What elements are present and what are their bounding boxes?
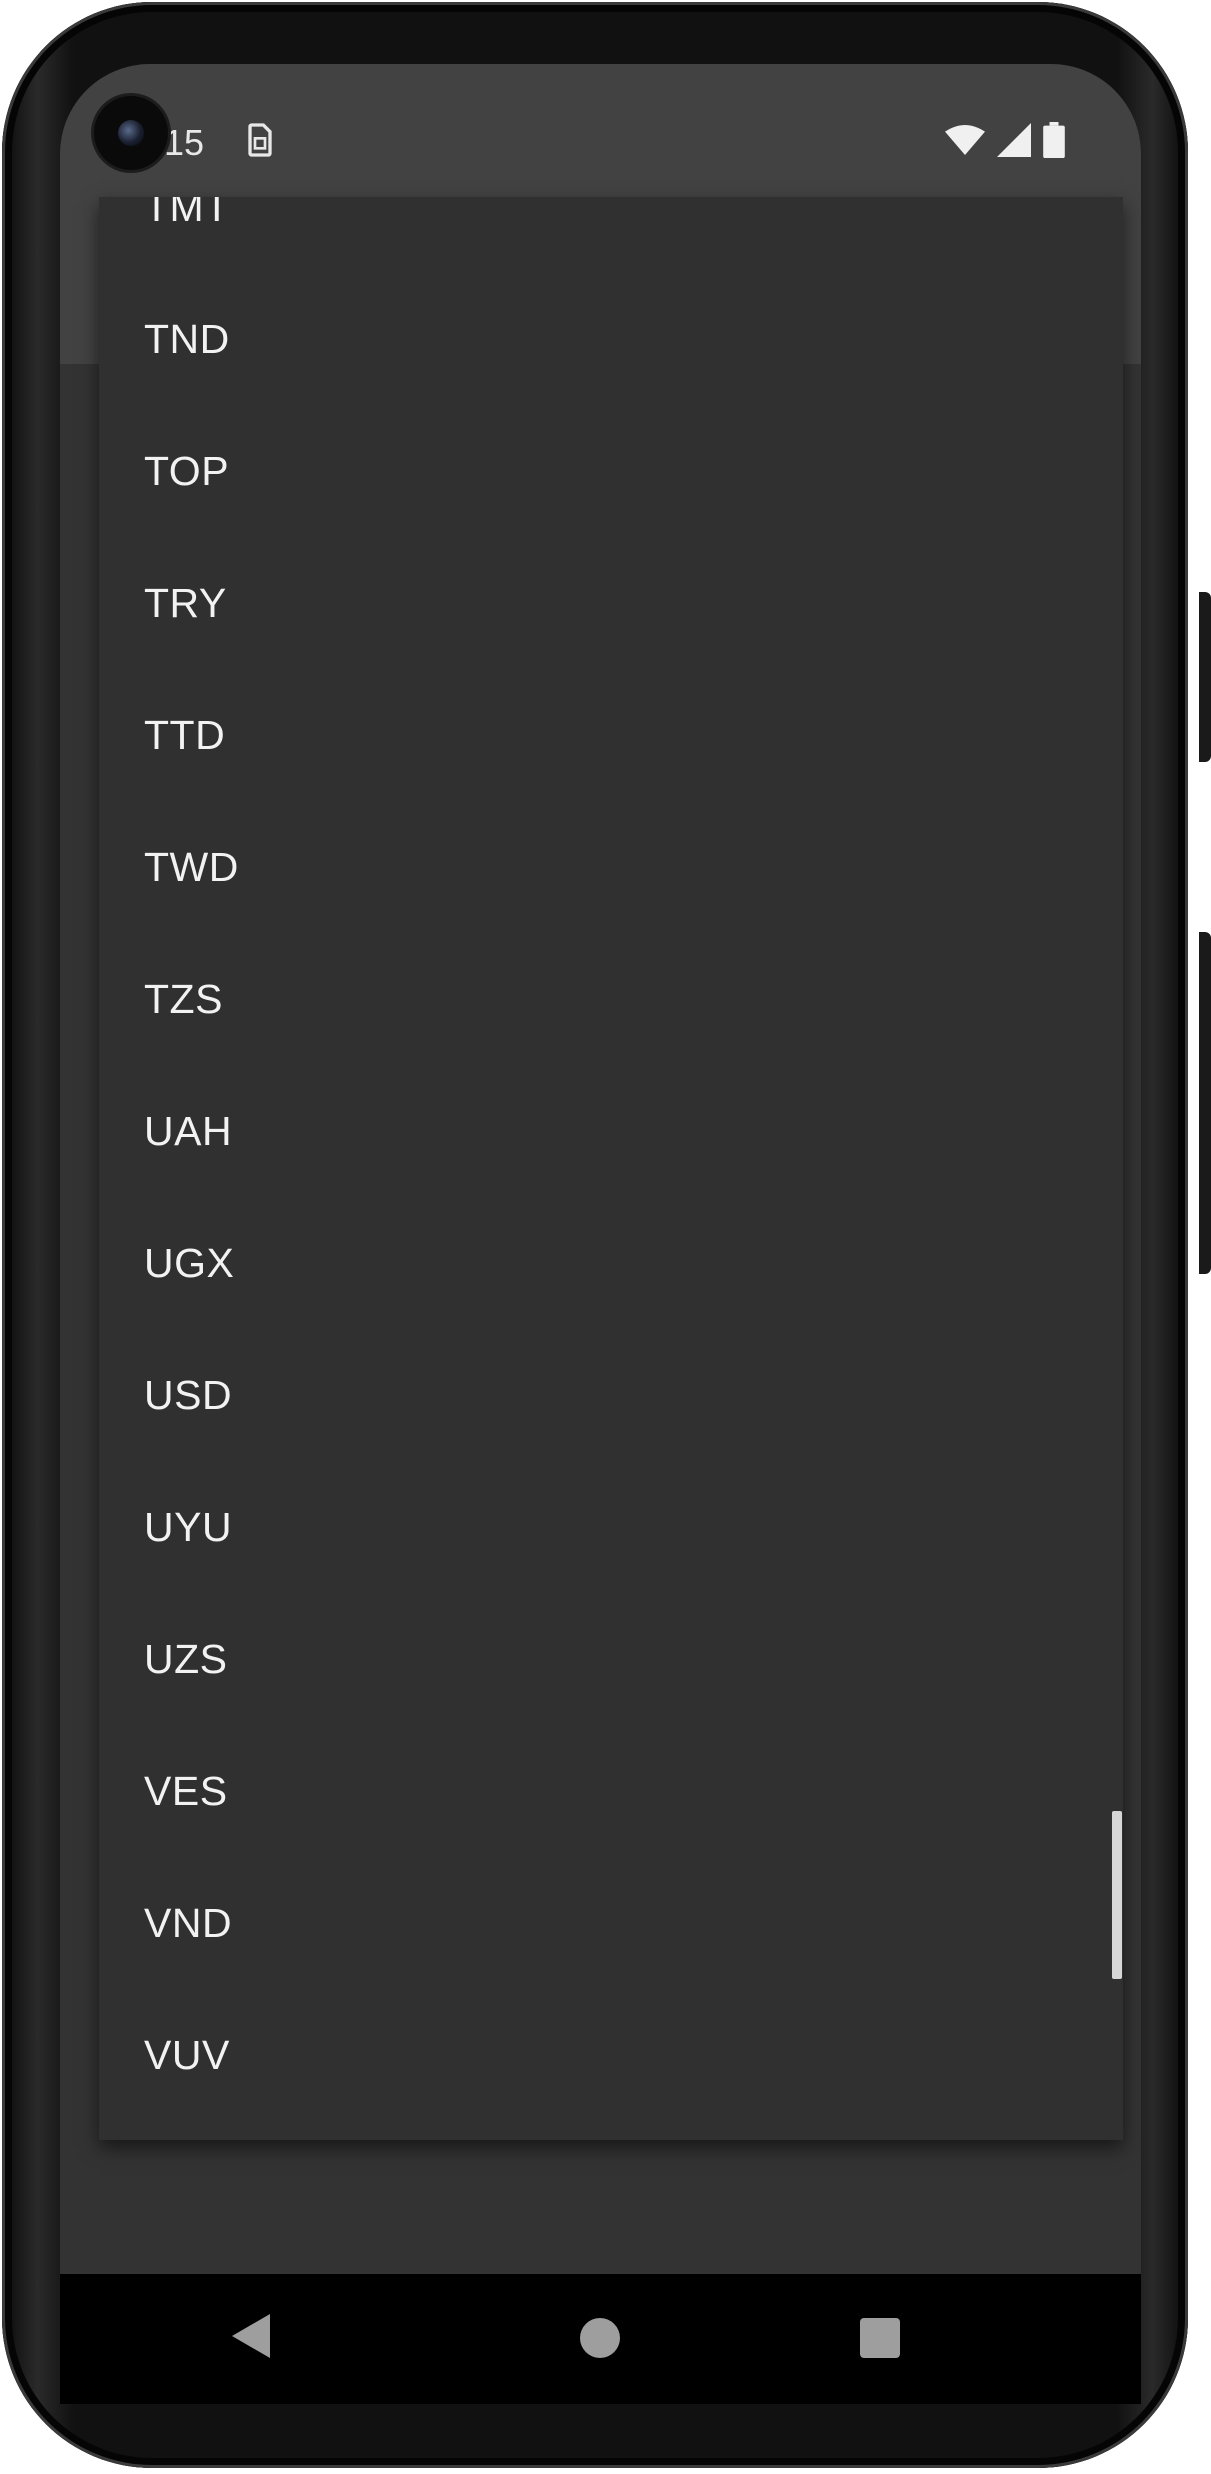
- dropdown-item-uzs[interactable]: UZS: [99, 1593, 1123, 1725]
- dropdown-item-label: UZS: [144, 1635, 228, 1682]
- dropdown-item-tnd[interactable]: TND: [99, 273, 1123, 405]
- dropdown-item-label: TMT: [144, 197, 230, 230]
- dropdown-item-tzs[interactable]: TZS: [99, 933, 1123, 1065]
- dropdown-item-label: TZS: [144, 975, 223, 1022]
- dropdown-scrollbar[interactable]: [1112, 1811, 1122, 1979]
- power-button: [1199, 592, 1211, 762]
- dropdown-item-vnd[interactable]: VND: [99, 1857, 1123, 1989]
- dropdown-item-label: TRY: [144, 579, 227, 626]
- battery-icon: [1043, 122, 1065, 158]
- dropdown-item-label: VUV: [144, 2031, 230, 2078]
- dropdown-item-label: TTD: [144, 711, 226, 758]
- dropdown-item-label: UAH: [144, 1107, 233, 1154]
- screen: 15 TMT TND TOP TRY TTD TWD TZS UAH UGX U…: [60, 64, 1141, 2274]
- dropdown-item-top[interactable]: TOP: [99, 405, 1123, 537]
- dropdown-item-label: USD: [144, 1371, 233, 1418]
- dropdown-item-label: UGX: [144, 1239, 235, 1286]
- wifi-icon: [945, 125, 985, 155]
- dropdown-item-label: TOP: [144, 447, 230, 494]
- status-time: 15: [164, 122, 205, 163]
- dropdown-item-ttd[interactable]: TTD: [99, 669, 1123, 801]
- dropdown-item-label: UYU: [144, 1503, 233, 1550]
- currency-dropdown-menu[interactable]: TMT TND TOP TRY TTD TWD TZS UAH UGX USD …: [99, 197, 1123, 2140]
- recents-icon[interactable]: [860, 2318, 900, 2358]
- dropdown-item-label: VND: [144, 1899, 233, 1946]
- dropdown-item-label: TND: [144, 315, 230, 362]
- home-icon[interactable]: [580, 2318, 620, 2358]
- dropdown-item-try[interactable]: TRY: [99, 537, 1123, 669]
- dropdown-item-label: TWD: [144, 843, 239, 890]
- dropdown-item-vuv[interactable]: VUV: [99, 1989, 1123, 2121]
- front-camera: [94, 96, 168, 170]
- status-icons: [945, 122, 1065, 158]
- dropdown-item-label: VES: [144, 1767, 228, 1814]
- back-icon[interactable]: [232, 2314, 270, 2358]
- status-bar: 15: [60, 64, 1141, 196]
- cellular-signal-icon: [997, 123, 1031, 157]
- dropdown-item-ugx[interactable]: UGX: [99, 1197, 1123, 1329]
- camera-lens: [118, 120, 144, 146]
- dropdown-item-ves[interactable]: VES: [99, 1725, 1123, 1857]
- dropdown-item-uah[interactable]: UAH: [99, 1065, 1123, 1197]
- volume-button: [1199, 932, 1211, 1274]
- dropdown-item-usd[interactable]: USD: [99, 1329, 1123, 1461]
- dropdown-item-uyu[interactable]: UYU: [99, 1461, 1123, 1593]
- dropdown-item-twd[interactable]: TWD: [99, 801, 1123, 933]
- dropdown-item-tmt[interactable]: TMT: [99, 197, 1123, 273]
- device-frame: 15 TMT TND TOP TRY TTD TWD TZS UAH UGX U…: [0, 0, 1211, 2474]
- sim-card-icon: [248, 123, 272, 157]
